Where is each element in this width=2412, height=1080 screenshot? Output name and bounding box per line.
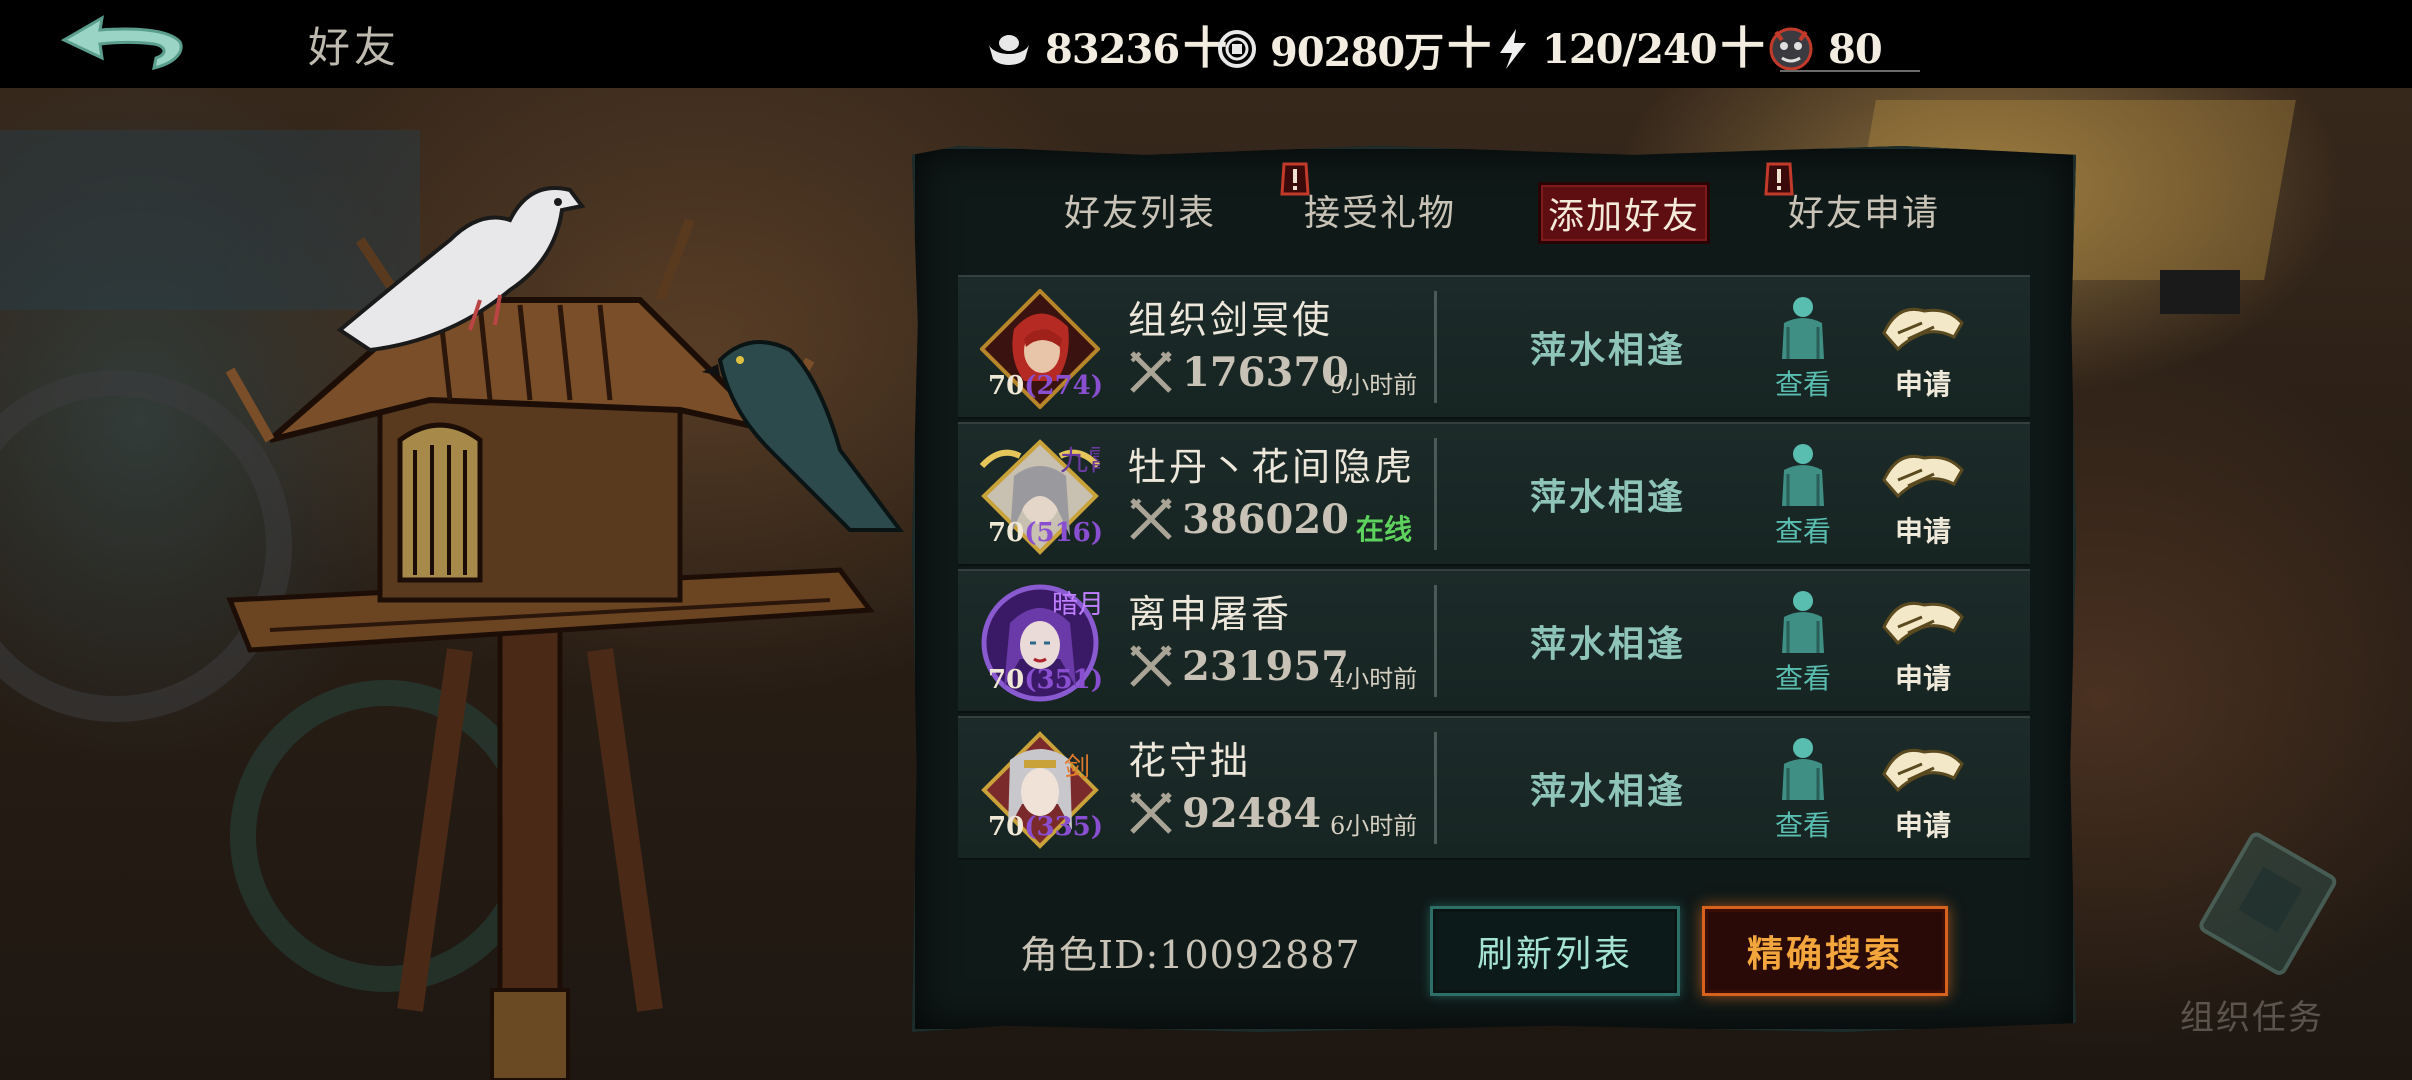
copper-coin-icon [1216, 28, 1258, 70]
apply-friend-button[interactable]: 申请 [1878, 734, 1968, 844]
relation-status: 萍水相逢 [1530, 476, 1687, 518]
last-online-time: 4小时前 [1330, 665, 1418, 693]
pigeon-house-illustration [225, 186, 904, 1080]
resource-underline [1780, 70, 1920, 72]
bg-task-label[interactable]: 组织任务 [2180, 990, 2324, 1039]
back-arrow-icon[interactable] [58, 14, 188, 76]
player-name: 离申屠香 [1128, 592, 1293, 636]
cupped-hands-icon [1882, 601, 1964, 646]
player-level: 70(335) [988, 812, 1104, 842]
silver-ingot-icon [985, 29, 1033, 69]
apply-friend-button[interactable]: 申请 [1878, 440, 1968, 550]
top-bar: 好友 83236 十 90280万 十 120/240 十 80 [0, 0, 2412, 88]
lightning-energy-icon [1496, 27, 1530, 71]
add-energy-button[interactable]: 十 [1721, 27, 1765, 71]
player-name: 花守拙 [1128, 739, 1252, 783]
combat-power: 176370 [1182, 349, 1349, 396]
combat-power: 231957 [1182, 643, 1349, 690]
crossed-swords-icon [1130, 351, 1172, 393]
tab-receive-gifts[interactable]: 接受礼物 [1290, 182, 1470, 238]
relation-status: 萍水相逢 [1530, 329, 1687, 371]
person-silhouette-icon [1782, 297, 1824, 359]
person-silhouette-icon [1782, 591, 1824, 653]
player-name: 牡丹丶花间隐虎 [1128, 445, 1416, 489]
spirit-resource: 80 [1766, 24, 1883, 74]
tab-friend-list[interactable]: 好友列表 [1050, 182, 1230, 238]
cupped-hands-icon [1882, 454, 1964, 499]
badge-text: 暗月 [1052, 590, 1100, 620]
demon-mask-icon [1766, 24, 1816, 74]
refresh-list-button[interactable]: 刷新列表 [1430, 906, 1680, 996]
row-divider [1434, 291, 1437, 403]
row-divider [1434, 438, 1437, 550]
apply-friend-button[interactable]: 申请 [1878, 587, 1968, 697]
player-level: 70(351) [988, 665, 1104, 695]
combat-power: 92484 [1182, 790, 1322, 837]
player-name: 组织剑冥使 [1128, 298, 1334, 342]
person-silhouette-icon [1782, 444, 1824, 506]
page-title: 好友 [308, 23, 401, 72]
cupped-hands-icon [1882, 307, 1964, 352]
view-player-button[interactable]: 查看 [1768, 734, 1838, 844]
task-book-icon[interactable] [2190, 820, 2350, 980]
relation-status: 萍水相逢 [1530, 770, 1687, 812]
row-divider [1434, 732, 1437, 844]
list-item: 剑 70(335) 花守拙 92484 6小时前 萍水相逢 查看 申请 [958, 716, 2030, 860]
exact-search-button[interactable]: 精确搜索 [1702, 906, 1948, 996]
crossed-swords-icon [1130, 645, 1172, 687]
add-coin-button[interactable]: 十 [1447, 27, 1491, 71]
crossed-swords-icon [1130, 498, 1172, 540]
tab-friend-requests[interactable]: 好友申请 [1774, 182, 1954, 238]
badge-text: 九霄 [1060, 444, 1100, 477]
role-id: 角色ID:10092887 [1020, 933, 1361, 977]
online-status: 在线 [1356, 513, 1413, 546]
list-item: 暗月 70(351) 离申屠香 231957 4小时前 萍水相逢 查看 申请 [958, 569, 2030, 713]
cupped-hands-icon [1882, 748, 1964, 793]
energy-resource: 120/240 十 [1496, 24, 1765, 74]
view-player-button[interactable]: 查看 [1768, 293, 1838, 403]
apply-friend-button[interactable]: 申请 [1878, 293, 1968, 403]
dark-pigeon [702, 340, 904, 532]
view-player-button[interactable]: 查看 [1768, 587, 1838, 697]
player-level: 70(274) [988, 371, 1104, 401]
silver-resource: 83236 十 [985, 24, 1227, 74]
relation-status: 萍水相逢 [1530, 623, 1687, 665]
view-player-button[interactable]: 查看 [1768, 440, 1838, 550]
crossed-swords-icon [1130, 792, 1172, 834]
person-silhouette-icon [1782, 738, 1824, 800]
last-online-time: 6小时前 [1330, 812, 1418, 840]
distant-sign [2160, 270, 2240, 314]
tab-add-friend[interactable]: 添加好友 [1538, 182, 1710, 244]
list-item: 九霄 70(516) 牡丹丶花间隐虎 386020 在线 萍水相逢 查看 申请 [958, 422, 2030, 566]
last-online-time: 9小时前 [1330, 371, 1418, 399]
row-divider [1434, 585, 1437, 697]
coin-resource: 90280万 十 [1216, 24, 1491, 76]
list-item: 70(274) 组织剑冥使 176370 9小时前 萍水相逢 查看 申请 [958, 275, 2030, 419]
player-level: 70(516) [988, 518, 1104, 548]
badge-text: 剑 [1064, 753, 1090, 783]
combat-power: 386020 [1182, 496, 1349, 543]
